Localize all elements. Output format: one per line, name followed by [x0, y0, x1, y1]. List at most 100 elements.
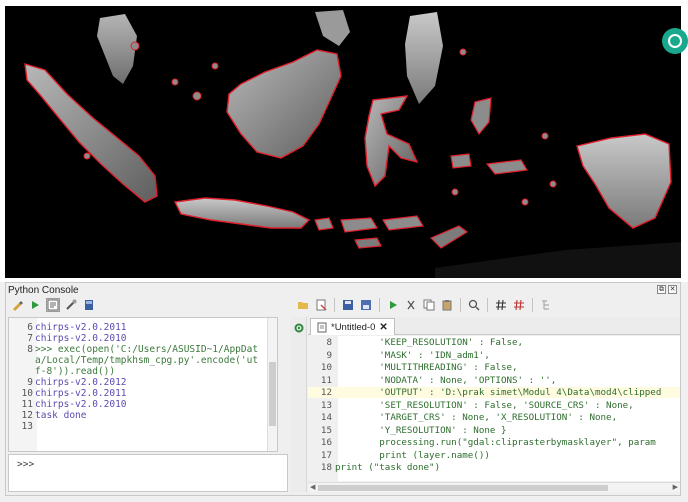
run-script-icon[interactable]: [386, 298, 400, 312]
settings-icon[interactable]: [64, 298, 78, 312]
line-number: 10: [320, 362, 332, 373]
malay-peninsula: [97, 14, 137, 84]
editor-horizontal-scrollbar[interactable]: ◀ ▶: [308, 482, 680, 492]
seram: [485, 159, 528, 175]
code-line: 15 'Y_RESOLUTION' : None }: [308, 424, 507, 436]
code-text: print ("task done"): [335, 462, 441, 473]
line-number: 12: [320, 387, 332, 398]
scroll-right-icon[interactable]: ▶: [673, 483, 678, 491]
comment-icon[interactable]: [494, 298, 508, 312]
panel-title-buttons: ⧉ ✕: [657, 285, 677, 294]
output-line: 10 chirps-v2.0.2011: [9, 388, 127, 399]
output-text: chirps-v2.0.2011: [35, 322, 127, 333]
line-number: 17: [320, 449, 332, 461]
output-line: a/Local/Temp/tmpkhsm_cpg.py'.encode('ut: [9, 355, 258, 366]
scroll-left-icon[interactable]: ◀: [310, 483, 315, 491]
line-number: 7: [27, 333, 33, 344]
show-editor-icon[interactable]: [46, 298, 60, 312]
gear-icon[interactable]: [292, 321, 306, 335]
line-number: 14: [320, 412, 332, 423]
output-text: task done: [35, 410, 87, 421]
help-icon[interactable]: [82, 298, 96, 312]
scrollbar-thumb[interactable]: [269, 362, 276, 426]
output-text: chirps-v2.0.2012: [35, 377, 127, 388]
output-text: >>> exec(open('C:/Users/ASUSID~1/AppDat: [35, 344, 259, 355]
island: [192, 91, 202, 101]
output-line: 12 task done: [9, 410, 87, 421]
sumba: [354, 237, 382, 249]
code-text: 'Y_RESOLUTION' : None }: [335, 424, 507, 436]
line-number: 9: [326, 349, 332, 361]
find-icon[interactable]: [467, 298, 481, 312]
code-text: print (layer.name()): [335, 449, 490, 461]
line-number: 18: [320, 462, 332, 473]
code-line: 12 'OUTPUT' : 'D:\prak simet\Modul 4\Dat…: [308, 387, 680, 398]
island: [130, 41, 140, 51]
line-number: 6: [27, 322, 33, 333]
output-line: f-8')).read()): [9, 366, 115, 377]
buru: [450, 153, 472, 169]
save-as-icon[interactable]: [359, 298, 373, 312]
toolbar-separator: [532, 298, 533, 312]
run-command-icon[interactable]: [28, 298, 42, 312]
code-text: 'KEEP_RESOLUTION' : False,: [335, 337, 524, 348]
code-line: 16 processing.run("gdal:cliprasterbymask…: [308, 437, 656, 448]
code-text: processing.run("gdal:cliprasterbymasklay…: [335, 437, 656, 448]
halmahera: [470, 97, 492, 136]
floating-widget-icon[interactable]: [662, 28, 688, 54]
line-number: 15: [320, 424, 332, 436]
script-editor[interactable]: 8 'KEEP_RESOLUTION' : False, 9 'MASK' : '…: [308, 336, 680, 481]
close-panel-icon[interactable]: ✕: [668, 285, 677, 294]
kalimantan: [226, 49, 342, 159]
output-line: 13: [9, 421, 35, 432]
scrollbar-thumb[interactable]: [318, 485, 608, 491]
editor-tabbar: *Untitled-0 ✕: [308, 317, 680, 335]
line-number: 9: [27, 377, 33, 388]
map-canvas[interactable]: [5, 6, 681, 278]
uncomment-icon[interactable]: [512, 298, 526, 312]
python-console-panel: Python Console ⧉ ✕ 6 chirps-v2.0.2011 7 …: [5, 282, 681, 496]
open-in-external-editor-icon[interactable]: [314, 298, 328, 312]
island: [171, 78, 179, 86]
island: [83, 152, 91, 160]
map-frame: [0, 0, 688, 282]
timor: [429, 225, 469, 249]
code-text: 'MASK' : 'IDN_adm1',: [335, 349, 490, 361]
line-number: 12: [21, 410, 33, 421]
paste-icon[interactable]: [440, 298, 454, 312]
tab-untitled[interactable]: *Untitled-0 ✕: [310, 318, 395, 335]
code-line: 17 print (layer.name()): [308, 450, 490, 461]
float-panel-icon[interactable]: ⧉: [657, 285, 666, 294]
tab-title: *Untitled-0: [331, 321, 376, 333]
open-script-icon[interactable]: [296, 298, 310, 312]
console-toolbar: [10, 298, 96, 312]
output-text: chirps-v2.0.2010: [35, 399, 127, 410]
copy-icon[interactable]: [422, 298, 436, 312]
output-line: 11 chirps-v2.0.2010: [9, 399, 127, 410]
sumatra: [24, 63, 158, 203]
flores: [382, 215, 424, 231]
code-line: 11 'NODATA' : None, 'OPTIONS' : '',: [308, 375, 556, 386]
object-inspector-icon[interactable]: [539, 298, 553, 312]
output-text: f-8')).read()): [35, 366, 116, 377]
output-text: chirps-v2.0.2010: [35, 333, 127, 344]
island: [211, 62, 219, 70]
island: [541, 132, 549, 140]
output-text: chirps-v2.0.2011: [35, 388, 127, 399]
console-output[interactable]: 6 chirps-v2.0.2011 7 chirps-v2.0.2010 8 >>> e…: [8, 317, 278, 452]
java: [173, 197, 311, 229]
cut-icon[interactable]: [404, 298, 418, 312]
code-line: 10 'MULTITHREADING' : False,: [308, 362, 518, 373]
close-icon[interactable]: ✕: [379, 322, 387, 333]
code-line: 13 'SET_RESOLUTION' : False, 'SOURCE_CRS…: [308, 400, 634, 411]
code-text: 'TARGET_CRS' : None, 'X_RESOLUTION' : No…: [335, 412, 618, 423]
line-number: 13: [21, 421, 33, 432]
clear-console-icon[interactable]: [10, 298, 24, 312]
line-number: 10: [21, 388, 33, 399]
save-icon[interactable]: [341, 298, 355, 312]
line-number: 16: [320, 437, 332, 448]
sumbawa: [340, 217, 378, 233]
code-text: 'SET_RESOLUTION' : False, 'SOURCE_CRS' :…: [335, 399, 634, 411]
output-scrollbar[interactable]: [267, 318, 277, 451]
console-input[interactable]: >>>: [8, 454, 288, 492]
